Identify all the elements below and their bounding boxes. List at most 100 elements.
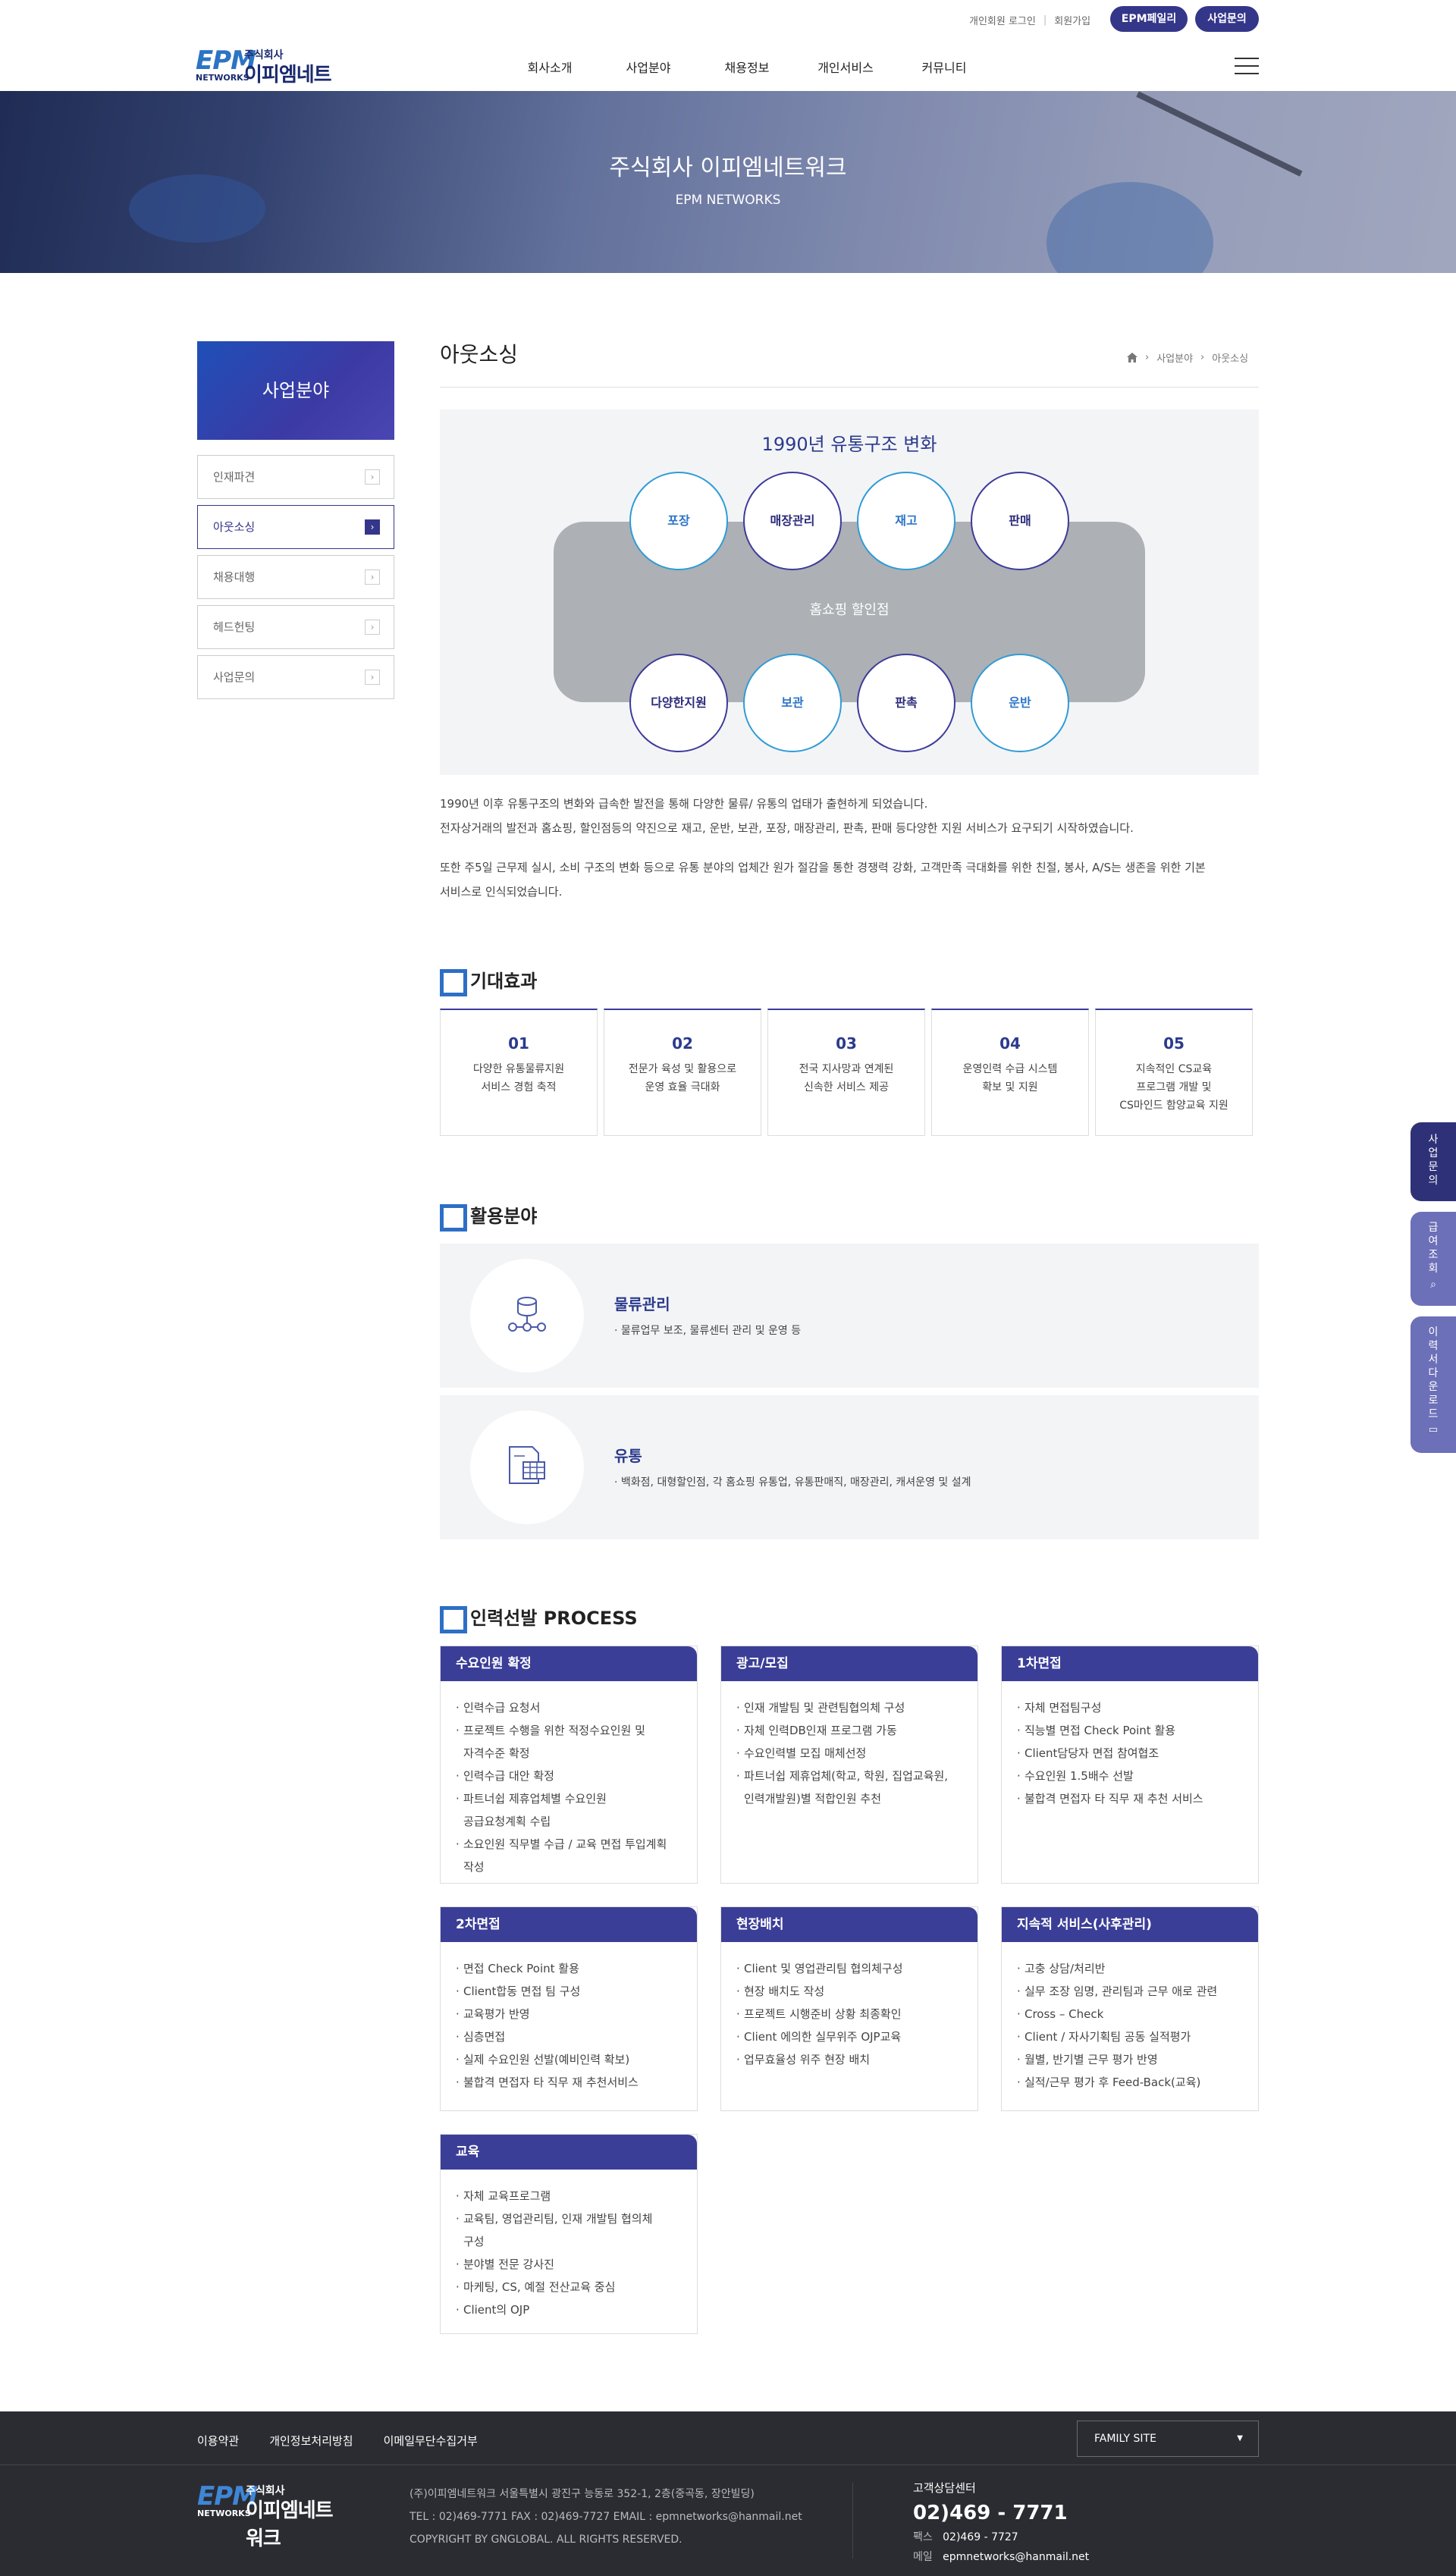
business-inquiry-button[interactable]: 사업문의 — [1195, 6, 1259, 32]
quick-pay-button[interactable]: 급여조회 ⌕ — [1410, 1212, 1456, 1306]
process-item: Client담당자 면접 참여협조 — [1017, 1742, 1244, 1765]
chevron-right-icon: › — [365, 620, 380, 635]
nav-personal[interactable]: 개인서비스 — [796, 58, 895, 76]
nav-community[interactable]: 커뮤니티 — [895, 58, 993, 76]
lnb-item-label: 아웃소싱 — [213, 520, 256, 534]
breadcrumb-sep: › — [1200, 352, 1205, 363]
footer-logo: EPM NETWORKS 주식회사 이피엠네트워크 — [197, 2480, 349, 2550]
intro-line: 서비스로 인식되었습니다. — [440, 885, 563, 899]
banner-title: 주식회사 이피엠네트워크 — [609, 155, 847, 181]
banner-overlay — [0, 91, 1456, 273]
process-item: 실무 조장 임명, 관리팀과 근무 애로 관련 — [1017, 1980, 1244, 2003]
divider: | — [1043, 14, 1047, 26]
cs-tel: 02)469 - 7771 — [913, 2502, 1068, 2524]
field-item: 유통 · 백화점, 대형할인점, 각 홈쇼핑 유통업, 유통판매직, 매장관리,… — [440, 1395, 1259, 1539]
field-desc-text: 물류업무 보조, 물류센터 관리 및 운영 등 — [620, 1325, 802, 1337]
process-item: 현장 배치도 작성 — [736, 1980, 964, 2003]
effect-text: 전국 지사망과 연계된 신속한 서비스 제공 — [799, 1063, 894, 1093]
process-list: 인력수급 요청서프로젝트 수행을 위한 적정수요인원 및 자격수준 확정인력수급… — [441, 1681, 697, 1890]
process-item: 분야별 전문 강사진 — [456, 2253, 683, 2276]
site-logo[interactable]: EPM NETWORKS 주식회사 이피엠네트워크 — [196, 44, 347, 115]
quick-inquiry-label: 사업문의 — [1428, 1134, 1439, 1187]
process-title: 광고/모집 — [721, 1646, 977, 1681]
process-box: 교육자체 교육프로그램교육팀, 영업관리팀, 인재 개발팀 협의체 구성분야별 … — [440, 2134, 698, 2334]
lnb-item-inquiry[interactable]: 사업문의 › — [197, 655, 394, 699]
logo-networks: NETWORKS — [197, 2509, 251, 2518]
diagram-center-label: 홈쇼핑 할인점 — [809, 602, 890, 618]
effect-number: 05 — [1163, 1034, 1185, 1053]
intro-paragraph: 1990년 이후 유통구조의 변화와 급속한 발전을 통해 다양한 물류/ 유통… — [440, 792, 1134, 840]
footer-contact: TEL : 02)469-7771 FAX : 02)469-7727 EMAI… — [410, 2511, 802, 2523]
process-item: 인력수급 대안 확정 — [456, 1765, 683, 1787]
footer-vertical-divider — [852, 2483, 853, 2559]
epm-mall-button[interactable]: EPM페일리 — [1110, 6, 1188, 32]
quick-resume-label: 이력서다운로드 — [1428, 1326, 1439, 1420]
family-site-select[interactable]: FAMILY SITE ▼ — [1077, 2421, 1259, 2457]
effect-number: 02 — [672, 1034, 693, 1053]
process-box: 광고/모집인재 개발팀 및 관련팀협의체 구성자체 인력DB인재 프로그램 가동… — [720, 1646, 978, 1884]
field-icon-wrap — [470, 1259, 584, 1373]
page-title: 아웃소싱 — [440, 342, 519, 367]
join-link[interactable]: 회원가입 — [1054, 13, 1090, 27]
chevron-right-icon: › — [365, 569, 380, 585]
nav-business[interactable]: 사업분야 — [599, 58, 698, 76]
lnb-item-recruit-agency[interactable]: 채용대행 › — [197, 555, 394, 599]
process-item: 업무효율성 위주 현장 배치 — [736, 2048, 964, 2071]
lnb-item-dispatch[interactable]: 인재파견 › — [197, 455, 394, 499]
diagram-node: 포장 — [629, 472, 728, 570]
chevron-right-icon: › — [365, 519, 380, 535]
effect-number: 01 — [508, 1034, 529, 1053]
nav-company[interactable]: 회사소개 — [500, 58, 599, 76]
diagram-node: 보관 — [743, 654, 842, 752]
customer-center: 고객상담센터 02)469 - 7771 팩스 02)469 - 7727 메일… — [913, 2480, 1089, 2564]
process-item: 인재 개발팀 및 관련팀협의체 구성 — [736, 1696, 964, 1719]
breadcrumb-item[interactable]: 아웃소싱 — [1212, 350, 1248, 365]
chevron-down-icon: ▼ — [1237, 2434, 1243, 2443]
logistics-icon — [508, 1297, 546, 1332]
intro-line: 1990년 이후 유통구조의 변화와 급속한 발전을 통해 다양한 물류/ 유통… — [440, 797, 928, 811]
process-list: 자체 교육프로그램교육팀, 영업관리팀, 인재 개발팀 협의체 구성분야별 전문… — [441, 2170, 697, 2333]
cs-title: 고객상담센터 — [913, 2481, 976, 2495]
process-box: 지속적 서비스(사후관리)고충 상담/처리반실무 조장 임명, 관리팀과 근무 … — [1001, 1906, 1259, 2111]
process-item: 파트너쉽 제휴업체(학교, 학원, 집업교육원, 인력개발원)별 적합인원 추천 — [736, 1765, 964, 1810]
process-item: 마케팅, CS, 예절 전산교육 중심 — [456, 2276, 683, 2298]
process-item: 실제 수요인원 선발(예비인력 확보) — [456, 2048, 683, 2071]
login-link[interactable]: 개인회원 로그인 — [969, 13, 1036, 27]
process-box: 1차면접자체 면접팀구성직능별 면접 Check Point 활용Client담… — [1001, 1646, 1259, 1884]
cs-mail-label: 메일 — [913, 2551, 933, 2563]
top-utility-bar: 개인회원 로그인 | 회원가입 EPM페일리 사업문의 — [0, 0, 1456, 38]
process-list: 자체 면접팀구성직능별 면접 Check Point 활용Client담당자 면… — [1002, 1681, 1258, 1822]
footer-link-privacy[interactable]: 개인정보처리방침 — [269, 2433, 353, 2449]
nav-recruit[interactable]: 채용정보 — [698, 58, 796, 76]
field-title: 물류관리 — [614, 1295, 670, 1313]
footer-link-terms[interactable]: 이용약관 — [197, 2433, 239, 2449]
process-list: 면접 Check Point 활용Client합동 면접 팀 구성교육평가 반영… — [441, 1942, 697, 2106]
process-item: 불합격 면접자 타 직무 재 추천 서비스 — [1017, 1787, 1244, 1810]
lnb-item-outsourcing[interactable]: 아웃소싱 › — [197, 505, 394, 549]
quick-resume-button[interactable]: 이력서다운로드 ▭ — [1410, 1316, 1456, 1453]
process-item: 심층면접 — [456, 2025, 683, 2048]
process-list: Client 및 영업관리팀 협의체구성현장 배치도 작성프로젝트 시행준비 상… — [721, 1942, 977, 2083]
lnb-title: 사업분야 — [197, 341, 394, 440]
process-box: 2차면접면접 Check Point 활용Client합동 면접 팀 구성교육평… — [440, 1906, 698, 2111]
process-title: 2차면접 — [441, 1907, 697, 1942]
footer-link-email[interactable]: 이메일무단수집거부 — [384, 2433, 478, 2449]
lnb-item-label: 사업문의 — [213, 670, 256, 684]
process-item: 소요인원 직무별 수급 / 교육 면접 투입계획 작성 — [456, 1833, 683, 1878]
breadcrumb-item[interactable]: 사업분야 — [1156, 350, 1193, 365]
logo-networks: NETWORKS — [196, 73, 249, 83]
menu-icon[interactable] — [1235, 58, 1259, 76]
intro-line: 전자상거래의 발전과 홈쇼핑, 할인점등의 약진으로 재고, 운반, 보관, 포… — [440, 821, 1134, 835]
effect-number: 03 — [836, 1034, 857, 1053]
diagram-node: 판촉 — [857, 654, 956, 752]
process-item: 교육평가 반영 — [456, 2003, 683, 2025]
lnb-item-label: 헤드헌팅 — [213, 620, 256, 634]
section-title-effects: 기대효과 — [440, 966, 537, 996]
process-item: 실적/근무 평가 후 Feed-Back(교육) — [1017, 2071, 1244, 2094]
quick-pay-label: 급여조회 — [1428, 1222, 1439, 1275]
process-item: 프로젝트 시행준비 상황 최종확인 — [736, 2003, 964, 2025]
lnb-item-headhunting[interactable]: 헤드헌팅 › — [197, 605, 394, 649]
section-title-fields: 활용분야 — [440, 1201, 537, 1232]
home-icon[interactable] — [1127, 353, 1138, 362]
quick-inquiry-button[interactable]: 사업문의 — [1410, 1122, 1456, 1201]
